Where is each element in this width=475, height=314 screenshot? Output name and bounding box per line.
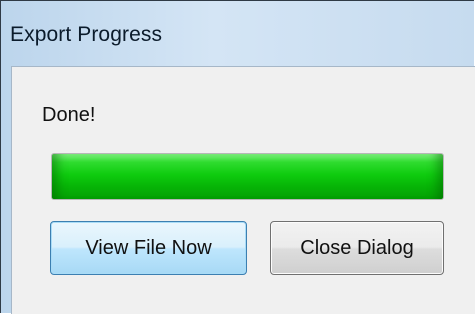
view-file-now-button[interactable]: View File Now: [50, 221, 247, 275]
close-dialog-button[interactable]: Close Dialog: [270, 221, 444, 275]
progress-bar: [51, 153, 444, 200]
progress-bar-fill: [52, 154, 443, 199]
window-title: Export Progress: [10, 23, 163, 46]
status-message: Done!: [42, 104, 96, 126]
title-bar[interactable]: Export Progress: [1, 1, 474, 66]
